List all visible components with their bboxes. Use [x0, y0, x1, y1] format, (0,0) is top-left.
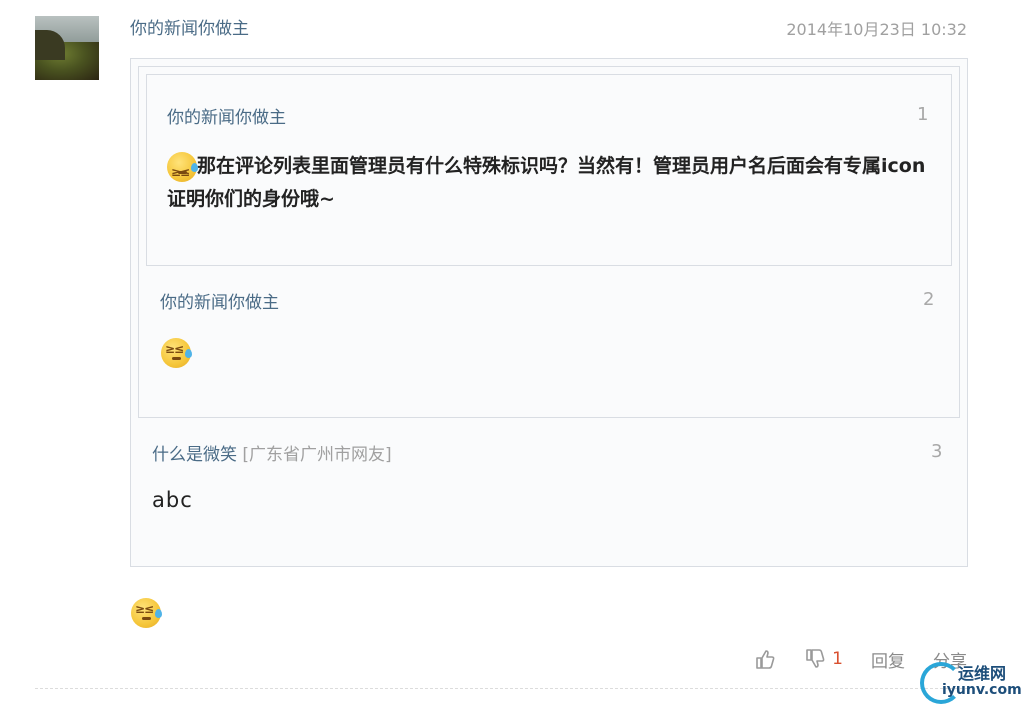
watermark-domain: iyunv.com — [942, 682, 1022, 698]
watermark-logo: 运维网 iyunv.com — [920, 658, 1024, 706]
grimace-sweat-emoji — [161, 338, 192, 368]
dislike-button[interactable]: 1 — [804, 648, 843, 670]
quote-1-text: 那在评论列表里面管理员有什么特殊标识吗？当然有！管理员用户名后面会有专属icon… — [167, 150, 937, 216]
quote-1-username[interactable]: 你的新闻你做主 — [167, 103, 286, 128]
grimace-sweat-emoji — [131, 598, 162, 628]
quote-3-username-line: 什么是微笑 [广东省广州市网友] — [152, 440, 392, 465]
post-timestamp: 2014年10月23日 10:32 — [786, 20, 967, 39]
like-button[interactable] — [754, 648, 776, 670]
quote-3-text: abc — [152, 488, 193, 512]
quote-3-username[interactable]: 什么是微笑 — [152, 445, 237, 465]
quote-2-body — [161, 338, 192, 368]
quote-3-number: 3 — [931, 441, 943, 462]
quote-2-number: 2 — [923, 289, 935, 310]
watermark-title: 运维网 — [958, 664, 1007, 683]
divider — [35, 688, 968, 689]
quote-3-location: [广东省广州市网友] — [242, 445, 392, 465]
post-body — [131, 598, 162, 628]
grimace-sweat-emoji — [167, 151, 198, 189]
quote-2-username[interactable]: 你的新闻你做主 — [160, 288, 279, 313]
thumbs-down-icon — [806, 649, 825, 668]
reply-button[interactable]: 回复 — [871, 647, 905, 672]
avatar[interactable] — [35, 16, 99, 80]
quote-1-body: 那在评论列表里面管理员有什么特殊标识吗？当然有！管理员用户名后面会有专属icon… — [167, 155, 926, 210]
post-username[interactable]: 你的新闻你做主 — [130, 14, 249, 39]
thumbs-up-icon — [756, 650, 775, 669]
dislike-count: 1 — [832, 649, 843, 669]
quote-1-number: 1 — [917, 104, 929, 125]
